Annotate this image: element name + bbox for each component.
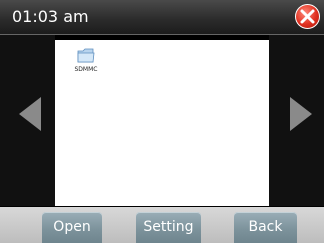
right-panel <box>269 35 324 206</box>
file-item-sdmmc[interactable]: SDMMC <box>69 48 103 73</box>
close-icon[interactable] <box>295 4 320 29</box>
open-button[interactable]: Open <box>42 212 102 243</box>
back-button[interactable]: Back <box>234 212 297 243</box>
main-area: SDMMC <box>0 35 324 206</box>
file-browser: SDMMC <box>55 40 279 206</box>
arrow-left-icon[interactable] <box>19 97 41 131</box>
title-bar: 01:03 am <box>0 0 324 35</box>
folder-icon <box>77 48 95 63</box>
arrow-right-icon[interactable] <box>290 97 312 131</box>
left-panel <box>0 35 55 206</box>
bottom-toolbar: Open Setting Back <box>0 207 324 243</box>
file-label: SDMMC <box>74 66 98 73</box>
clock-time: 01:03 am <box>12 7 89 26</box>
setting-button[interactable]: Setting <box>136 212 201 243</box>
